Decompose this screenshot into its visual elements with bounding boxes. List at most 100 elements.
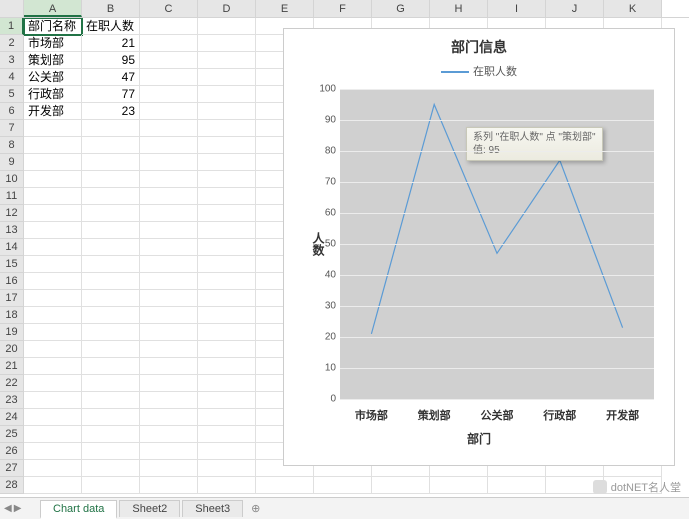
cell-D24[interactable]: [198, 409, 256, 426]
row-header-27[interactable]: 27: [0, 460, 24, 477]
cell-C9[interactable]: [140, 154, 198, 171]
cell-B7[interactable]: [82, 120, 140, 137]
cell-D13[interactable]: [198, 222, 256, 239]
cell-C28[interactable]: [140, 477, 198, 494]
cell-C5[interactable]: [140, 86, 198, 103]
tab-prev-icon[interactable]: ◀: [4, 503, 12, 514]
row-header-28[interactable]: 28: [0, 477, 24, 494]
cell-A3[interactable]: 策划部: [24, 52, 82, 69]
cell-C21[interactable]: [140, 358, 198, 375]
col-header-J[interactable]: J: [546, 0, 604, 17]
cell-C7[interactable]: [140, 120, 198, 137]
chart-legend[interactable]: 在职人数: [284, 63, 674, 79]
cell-D6[interactable]: [198, 103, 256, 120]
row-header-18[interactable]: 18: [0, 307, 24, 324]
row-header-11[interactable]: 11: [0, 188, 24, 205]
tab-next-icon[interactable]: ▶: [14, 503, 22, 514]
cell-D8[interactable]: [198, 137, 256, 154]
cell-C24[interactable]: [140, 409, 198, 426]
cell-D19[interactable]: [198, 324, 256, 341]
cell-I28[interactable]: [488, 477, 546, 494]
cell-A13[interactable]: [24, 222, 82, 239]
cell-A12[interactable]: [24, 205, 82, 222]
col-header-G[interactable]: G: [372, 0, 430, 17]
cell-D10[interactable]: [198, 171, 256, 188]
cell-A27[interactable]: [24, 460, 82, 477]
cell-C26[interactable]: [140, 443, 198, 460]
row-header-14[interactable]: 14: [0, 239, 24, 256]
cell-E28[interactable]: [256, 477, 314, 494]
cell-A2[interactable]: 市场部: [24, 35, 82, 52]
cell-B13[interactable]: [82, 222, 140, 239]
row-header-17[interactable]: 17: [0, 290, 24, 307]
row-header-10[interactable]: 10: [0, 171, 24, 188]
cell-B19[interactable]: [82, 324, 140, 341]
cell-D25[interactable]: [198, 426, 256, 443]
cell-B1[interactable]: 在职人数: [82, 18, 140, 35]
cell-C19[interactable]: [140, 324, 198, 341]
row-header-8[interactable]: 8: [0, 137, 24, 154]
cell-D1[interactable]: [198, 18, 256, 35]
cell-B2[interactable]: 21: [82, 35, 140, 52]
cell-C6[interactable]: [140, 103, 198, 120]
cell-G28[interactable]: [372, 477, 430, 494]
select-all-corner[interactable]: [0, 0, 24, 18]
cell-B21[interactable]: [82, 358, 140, 375]
cell-B9[interactable]: [82, 154, 140, 171]
cell-B12[interactable]: [82, 205, 140, 222]
cell-D21[interactable]: [198, 358, 256, 375]
cell-A5[interactable]: 行政部: [24, 86, 82, 103]
row-header-26[interactable]: 26: [0, 443, 24, 460]
cell-C25[interactable]: [140, 426, 198, 443]
cell-C8[interactable]: [140, 137, 198, 154]
row-header-1[interactable]: 1: [0, 18, 24, 35]
row-header-2[interactable]: 2: [0, 35, 24, 52]
cell-D3[interactable]: [198, 52, 256, 69]
cell-D15[interactable]: [198, 256, 256, 273]
row-header-7[interactable]: 7: [0, 120, 24, 137]
sheet-tab-2[interactable]: Sheet3: [182, 500, 243, 517]
cell-B5[interactable]: 77: [82, 86, 140, 103]
col-header-C[interactable]: C: [140, 0, 198, 17]
row-header-16[interactable]: 16: [0, 273, 24, 290]
cell-C4[interactable]: [140, 69, 198, 86]
row-header-12[interactable]: 12: [0, 205, 24, 222]
cell-B10[interactable]: [82, 171, 140, 188]
cell-D7[interactable]: [198, 120, 256, 137]
cell-B26[interactable]: [82, 443, 140, 460]
cell-A24[interactable]: [24, 409, 82, 426]
cell-A4[interactable]: 公关部: [24, 69, 82, 86]
cell-D28[interactable]: [198, 477, 256, 494]
cell-B27[interactable]: [82, 460, 140, 477]
cell-C10[interactable]: [140, 171, 198, 188]
cell-D27[interactable]: [198, 460, 256, 477]
cell-B3[interactable]: 95: [82, 52, 140, 69]
cell-A19[interactable]: [24, 324, 82, 341]
cell-A23[interactable]: [24, 392, 82, 409]
cell-A18[interactable]: [24, 307, 82, 324]
cell-C17[interactable]: [140, 290, 198, 307]
row-header-22[interactable]: 22: [0, 375, 24, 392]
row-header-6[interactable]: 6: [0, 103, 24, 120]
tab-nav[interactable]: ◀ ▶: [4, 503, 21, 514]
cell-D23[interactable]: [198, 392, 256, 409]
chart[interactable]: 部门信息 在职人数 人数 系列 "在职人数" 点 "策划部" 值: 95 010…: [283, 28, 675, 466]
row-header-4[interactable]: 4: [0, 69, 24, 86]
cell-A25[interactable]: [24, 426, 82, 443]
cell-A6[interactable]: 开发部: [24, 103, 82, 120]
col-header-K[interactable]: K: [604, 0, 662, 17]
cell-C20[interactable]: [140, 341, 198, 358]
cell-D16[interactable]: [198, 273, 256, 290]
cell-B18[interactable]: [82, 307, 140, 324]
cell-A7[interactable]: [24, 120, 82, 137]
cell-A14[interactable]: [24, 239, 82, 256]
cell-A28[interactable]: [24, 477, 82, 494]
cell-H28[interactable]: [430, 477, 488, 494]
cell-A16[interactable]: [24, 273, 82, 290]
cell-D22[interactable]: [198, 375, 256, 392]
cell-B8[interactable]: [82, 137, 140, 154]
cell-B4[interactable]: 47: [82, 69, 140, 86]
cell-D12[interactable]: [198, 205, 256, 222]
cell-D26[interactable]: [198, 443, 256, 460]
row-header-25[interactable]: 25: [0, 426, 24, 443]
